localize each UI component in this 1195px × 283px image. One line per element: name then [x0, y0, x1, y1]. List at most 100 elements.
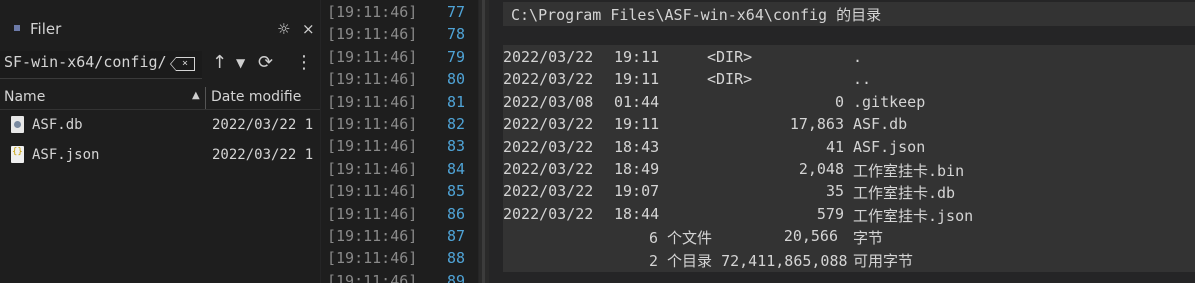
- summary-free-unit: 可用字节: [853, 251, 914, 270]
- entry-size: 0: [834, 92, 844, 111]
- log-line: [19:11:46] 77: [321, 3, 478, 25]
- log-timestamp: [19:11:46]: [327, 271, 418, 283]
- entry-time: 19:11: [614, 70, 660, 89]
- line-number: 85: [447, 182, 466, 201]
- log-line: [19:11:46] 89: [321, 272, 478, 283]
- file-name: ASF.db: [32, 117, 83, 133]
- more-options-icon[interactable]: ⋮: [295, 52, 313, 73]
- log-line: [19:11:46] 85: [321, 182, 478, 204]
- file-date: 2022/03/22 1: [212, 147, 314, 163]
- entry-dir-marker: <DIR>: [707, 48, 753, 66]
- log-line: [19:11:46] 79: [321, 48, 478, 70]
- file-row[interactable]: ASF.db 2022/03/22 1: [0, 113, 320, 141]
- entry-size: 17,863: [789, 115, 844, 134]
- json-file-icon: [11, 146, 24, 163]
- log-line: [19:11:46] 80: [321, 70, 478, 92]
- entry-name: ASF.db: [853, 115, 908, 134]
- entry-time: 18:44: [614, 204, 660, 223]
- entry-date: 2022/03/22: [503, 48, 594, 66]
- up-arrow-icon[interactable]: ↑: [212, 52, 227, 73]
- entry-name: ..: [853, 70, 872, 89]
- entry-dir-marker: <DIR>: [707, 70, 753, 89]
- log-timestamp: [19:11:46]: [327, 249, 418, 268]
- log-line: [19:11:46] 82: [321, 115, 478, 137]
- entry-time: 19:07: [614, 182, 660, 201]
- entry-time: 01:44: [614, 92, 660, 111]
- listing-row: 2022/03/08 01:44 .gitkeep 0: [503, 93, 1195, 115]
- listing-row: 2022/03/22 18:49 工作室挂卡.bin 2,048: [503, 160, 1195, 182]
- entry-name: .: [853, 48, 863, 66]
- log-line: [19:11:46] 83: [321, 137, 478, 159]
- scrollbar-thumb[interactable]: [482, 0, 485, 283]
- summary-files-row: 6 个文件 20,566 字节: [503, 227, 1195, 249]
- entry-size: 35: [825, 182, 844, 201]
- chevron-down-icon[interactable]: ▼: [236, 56, 245, 70]
- log-timestamp: [19:11:46]: [327, 227, 418, 245]
- line-number: 77: [447, 3, 466, 21]
- column-date-modified[interactable]: Date modifie: [211, 89, 301, 105]
- summary-total-size: 20,566: [783, 227, 838, 246]
- line-number: 80: [447, 70, 466, 89]
- log-timestamp: [19:11:46]: [327, 25, 418, 44]
- log-timestamp: [19:11:46]: [327, 159, 418, 178]
- entry-date: 2022/03/22: [503, 160, 594, 178]
- log-line: [19:11:46] 78: [321, 25, 478, 47]
- line-number: 79: [447, 47, 466, 66]
- column-name[interactable]: Name: [4, 89, 45, 105]
- line-number: 87: [447, 227, 466, 245]
- summary-dirs-row: 2 个目录 72,411,865,088 可用字节: [503, 250, 1195, 272]
- column-divider[interactable]: [205, 87, 206, 109]
- column-header: Name ▲ Date modifie: [0, 87, 320, 110]
- line-number: 84: [447, 159, 466, 178]
- entry-time: 19:11: [614, 48, 660, 66]
- file-row[interactable]: ASF.json 2022/03/22 1: [0, 143, 320, 171]
- entry-size: 41: [825, 137, 844, 156]
- entry-size: 579: [816, 204, 844, 223]
- path-value[interactable]: SF-win-x64/config/: [4, 53, 172, 71]
- panel-marker-icon: [14, 25, 20, 31]
- entry-size: 2,048: [798, 160, 844, 178]
- entry-name: .gitkeep: [853, 92, 926, 111]
- filer-panel: Filer ☼ × SF-win-x64/config/ × ↑ ▼ ⟳ ⋮ N…: [0, 0, 320, 283]
- listing-row: 2022/03/22 19:07 工作室挂卡.db 35: [503, 182, 1195, 204]
- listing-row: 2022/03/22 18:43 ASF.json 41: [503, 138, 1195, 160]
- entry-name: ASF.json: [853, 137, 926, 156]
- log-timestamp: [19:11:46]: [327, 137, 418, 156]
- entry-date: 2022/03/22: [503, 115, 594, 134]
- pin-icon[interactable]: ☼: [277, 20, 290, 38]
- line-number: 78: [447, 25, 466, 44]
- file-name: ASF.json: [32, 147, 100, 163]
- line-number: 86: [447, 204, 466, 223]
- summary-size-unit: 字节: [853, 229, 884, 248]
- line-number: 88: [447, 249, 466, 268]
- listing-row: 2022/03/22 19:11 <DIR>.: [503, 48, 1195, 70]
- close-icon[interactable]: ×: [302, 20, 315, 38]
- entry-name: 工作室挂卡.json: [853, 206, 974, 225]
- log-timestamp: [19:11:46]: [327, 182, 418, 201]
- log-line: [19:11:46] 86: [321, 205, 478, 227]
- log-line: [19:11:46] 84: [321, 160, 478, 182]
- log-line: [19:11:46] 81: [321, 93, 478, 115]
- listing-row: 2022/03/22 18:44 工作室挂卡.json 579: [503, 205, 1195, 227]
- entry-date: 2022/03/22: [503, 70, 594, 89]
- console-output: C:\Program Files\ASF-win-x64\config 的目录 …: [503, 0, 1195, 283]
- directory-listing: 2022/03/22 19:11 <DIR>. 2022/03/22 19:11 <DIR…: [503, 45, 1195, 272]
- directory-heading: C:\Program Files\ASF-win-x64\config 的目录: [511, 6, 882, 24]
- entry-name: 工作室挂卡.bin: [853, 162, 965, 180]
- listing-row: 2022/03/22 19:11 ASF.db 17,863: [503, 115, 1195, 137]
- log-timestamp: [19:11:46]: [327, 47, 418, 66]
- refresh-icon[interactable]: ⟳: [258, 52, 273, 73]
- clear-path-icon[interactable]: ×: [170, 57, 195, 71]
- line-number: 89: [447, 271, 466, 283]
- database-file-icon: [11, 116, 24, 133]
- sort-ascending-icon[interactable]: ▲: [192, 90, 200, 101]
- log-line: [19:11:46] 87: [321, 227, 478, 249]
- entry-name: 工作室挂卡.db: [853, 184, 956, 203]
- file-date: 2022/03/22 1: [212, 117, 314, 133]
- line-number: 82: [447, 115, 466, 133]
- path-input[interactable]: SF-win-x64/config/ ×: [0, 51, 202, 79]
- line-number: 81: [447, 92, 466, 111]
- log-timestamp: [19:11:46]: [327, 92, 418, 111]
- log-line: [19:11:46] 88: [321, 249, 478, 271]
- log-gutter: [19:11:46] 77 [19:11:46] 78 [19:11:46] 79 [19:…: [321, 0, 478, 283]
